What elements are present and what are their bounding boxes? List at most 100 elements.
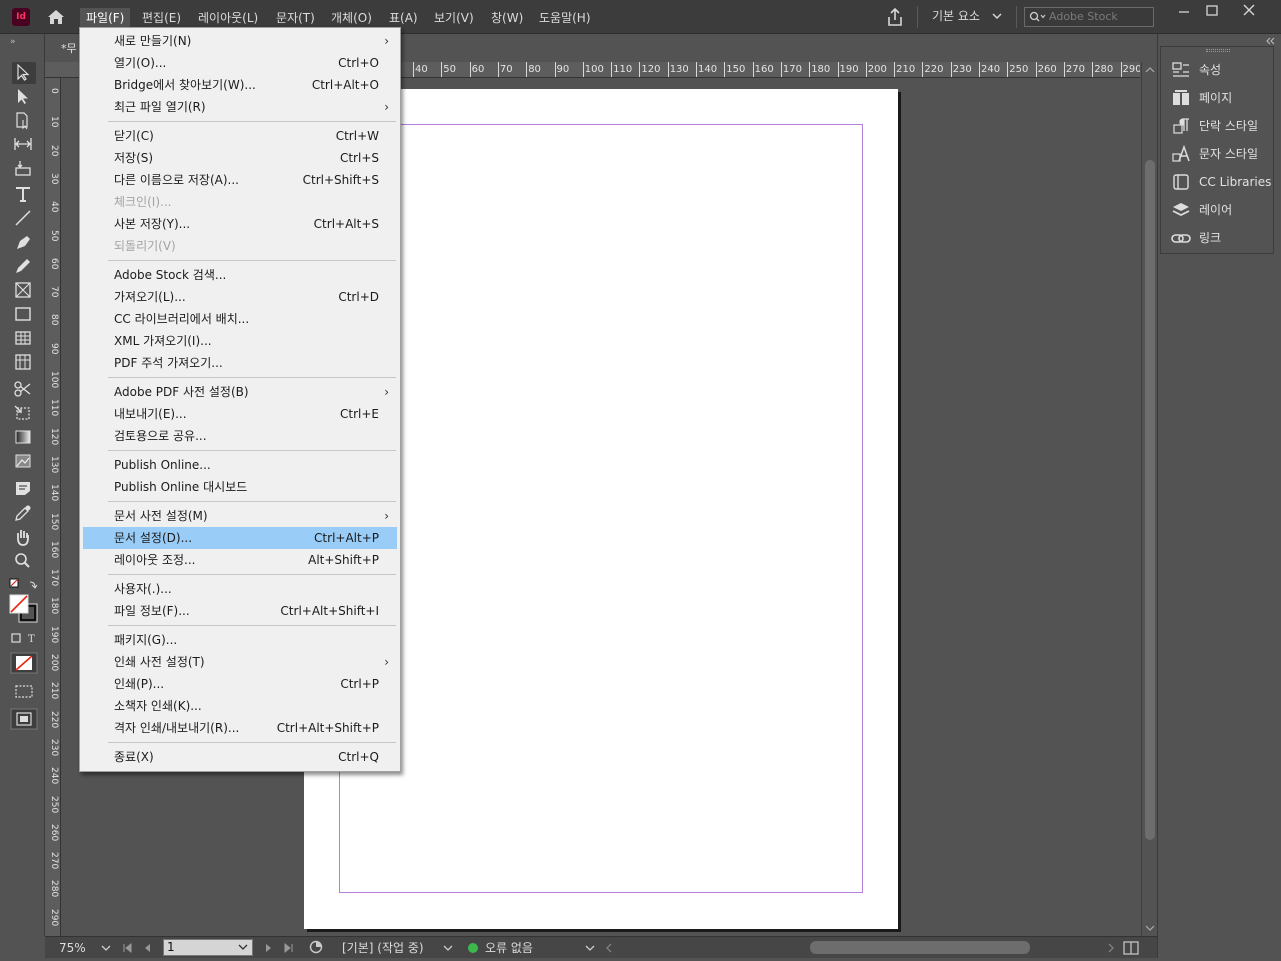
gap-tool-icon[interactable] — [12, 134, 36, 156]
scroll-right-icon[interactable] — [1105, 942, 1117, 954]
panel-layers[interactable]: 레이어 — [1169, 199, 1273, 221]
menu-view[interactable]: 보기(V) — [428, 8, 480, 28]
type-tool-icon[interactable] — [12, 184, 36, 206]
panel-grip[interactable] — [1206, 49, 1230, 52]
first-page-icon[interactable] — [121, 942, 133, 954]
menu-item[interactable]: 닫기(C) Ctrl+W — [83, 125, 397, 147]
chevron-down-icon[interactable] — [100, 942, 112, 954]
vertical-ruler[interactable]: 0 10 20 30 40 50 60 70 80 90 100 110 120 130 140 150 160… — [45, 78, 61, 936]
formatting-affects-icon[interactable]: T — [10, 632, 40, 644]
free-transform-tool-icon[interactable] — [12, 403, 36, 425]
menu-item[interactable]: 파일 정보(F)... Ctrl+Alt+Shift+I — [83, 600, 397, 622]
vertical-scroll-thumb[interactable] — [1145, 160, 1155, 840]
menu-item[interactable]: 인쇄 사전 설정(T) › — [83, 651, 397, 673]
table-tool-icon[interactable] — [12, 328, 36, 350]
menu-item[interactable]: Publish Online... — [83, 454, 397, 476]
menu-item[interactable]: 내보내기(E)... Ctrl+E — [83, 403, 397, 425]
menu-file[interactable]: 파일(F) — [80, 8, 131, 28]
workspace-switcher[interactable]: 기본 요소 — [932, 7, 980, 27]
selection-tool-icon[interactable] — [12, 62, 36, 84]
menu-item[interactable]: Adobe Stock 검색... — [83, 264, 397, 286]
menu-type[interactable]: 문자(T) — [270, 8, 321, 28]
menu-item[interactable]: PDF 주석 가져오기... — [83, 352, 397, 374]
menu-item[interactable]: 열기(O)... Ctrl+O — [83, 52, 397, 74]
share-icon[interactable] — [884, 6, 906, 28]
hand-tool-icon[interactable] — [12, 527, 36, 549]
menu-item[interactable]: 저장(S) Ctrl+S — [83, 147, 397, 169]
chevron-down-icon[interactable] — [584, 942, 596, 954]
home-icon[interactable] — [45, 7, 67, 27]
menu-item[interactable]: 가져오기(L)... Ctrl+D — [83, 286, 397, 308]
apply-none-icon[interactable] — [10, 652, 38, 674]
panel-collapse-icon[interactable]: » — [10, 37, 16, 47]
menu-item[interactable]: 격자 인쇄/내보내기(R)... Ctrl+Alt+Shift+P — [83, 717, 397, 739]
fill-stroke-swatch[interactable] — [8, 577, 40, 627]
next-page-icon[interactable] — [263, 942, 275, 954]
pencil-tool-icon[interactable] — [12, 256, 36, 278]
panel-paragraph-styles[interactable]: 단락 스타일 — [1169, 115, 1273, 137]
menu-item[interactable]: XML 가져오기(I)... — [83, 330, 397, 352]
close-icon[interactable] — [1232, 0, 1266, 24]
menu-item[interactable]: 검토용으로 공유... — [83, 425, 397, 447]
panel-properties[interactable]: 속성 — [1169, 59, 1273, 81]
menu-item[interactable]: Adobe PDF 사전 설정(B) › — [83, 381, 397, 403]
scroll-up-icon[interactable] — [1145, 66, 1155, 74]
zoom-tool-icon[interactable] — [12, 551, 36, 573]
panel-links[interactable]: 링크 — [1169, 227, 1273, 249]
last-page-icon[interactable] — [283, 942, 295, 954]
panel-cc-libraries[interactable]: CC Libraries — [1169, 171, 1273, 193]
gradient-feather-tool-icon[interactable] — [12, 451, 36, 473]
horizontal-scroll-thumb[interactable] — [810, 941, 1030, 954]
menu-item[interactable]: 사용자(.)... — [83, 578, 397, 600]
document-tab[interactable]: *무 — [55, 38, 77, 60]
split-window-icon[interactable] — [1123, 941, 1139, 955]
direct-selection-tool-icon[interactable] — [12, 86, 36, 108]
menu-item[interactable]: 문서 설정(D)... Ctrl+Alt+P — [83, 527, 397, 549]
eyedropper-tool-icon[interactable] — [12, 503, 36, 525]
rectangle-frame-tool-icon[interactable] — [12, 280, 36, 302]
line-tool-icon[interactable] — [12, 208, 36, 230]
menu-window[interactable]: 창(W) — [485, 8, 529, 28]
pen-tool-icon[interactable] — [12, 232, 36, 254]
rectangle-tool-icon[interactable] — [12, 304, 36, 326]
preflight-status[interactable]: 오류 없음 — [485, 940, 533, 956]
menu-item[interactable]: 새로 만들기(N) › — [83, 30, 397, 52]
panel-character-styles[interactable]: 문자 스타일 — [1169, 143, 1273, 165]
menu-item[interactable]: 종료(X) Ctrl+Q — [83, 746, 397, 768]
previous-page-icon[interactable] — [141, 942, 153, 954]
note-tool-icon[interactable] — [12, 478, 36, 500]
adobe-stock-search[interactable]: Adobe Stock — [1024, 7, 1154, 27]
scissors-tool-icon[interactable] — [12, 379, 36, 401]
menu-item[interactable]: 사본 저장(Y)... Ctrl+Alt+S — [83, 213, 397, 235]
ruler-origin[interactable] — [45, 62, 61, 78]
chevron-down-icon[interactable] — [237, 941, 249, 953]
grid-tool-icon[interactable] — [12, 352, 36, 374]
menu-item[interactable]: Publish Online 대시보드 — [83, 476, 397, 498]
menu-item[interactable]: 최근 파일 열기(R) › — [83, 96, 397, 118]
menu-table[interactable]: 표(A) — [383, 8, 424, 28]
menu-item[interactable]: 소책자 인쇄(K)... — [83, 695, 397, 717]
menu-help[interactable]: 도움말(H) — [533, 8, 597, 28]
gradient-swatch-tool-icon[interactable] — [12, 427, 36, 449]
menu-object[interactable]: 개체(O) — [325, 8, 378, 28]
zoom-level[interactable]: 75% — [59, 940, 86, 956]
scroll-left-icon[interactable] — [603, 942, 615, 954]
maximize-icon[interactable] — [1195, 0, 1229, 24]
panel-pages[interactable]: 페이지 — [1169, 87, 1273, 109]
menu-layout[interactable]: 레이아웃(L) — [192, 8, 264, 28]
menu-item[interactable]: 문서 사전 설정(M) › — [83, 505, 397, 527]
preview-mode-icon[interactable] — [10, 708, 38, 730]
menu-item[interactable]: 패키지(G)... — [83, 629, 397, 651]
scroll-down-icon[interactable] — [1145, 924, 1155, 932]
collapse-dock-icon[interactable] — [1264, 37, 1276, 45]
menu-item[interactable]: 다른 이름으로 저장(A)... Ctrl+Shift+S — [83, 169, 397, 191]
content-collector-icon[interactable] — [12, 158, 36, 180]
preflight-profile[interactable]: [기본] (작업 중) — [342, 940, 424, 956]
menu-item[interactable]: 레이아웃 조정... Alt+Shift+P — [83, 549, 397, 571]
screen-mode-icon[interactable] — [12, 682, 36, 700]
chevron-down-icon[interactable] — [442, 942, 454, 954]
chevron-down-icon[interactable] — [992, 12, 1002, 20]
open-pages-panel-icon[interactable] — [309, 940, 323, 954]
menu-edit[interactable]: 편집(E) — [136, 8, 187, 28]
menu-item[interactable]: CC 라이브러리에서 배치... — [83, 308, 397, 330]
